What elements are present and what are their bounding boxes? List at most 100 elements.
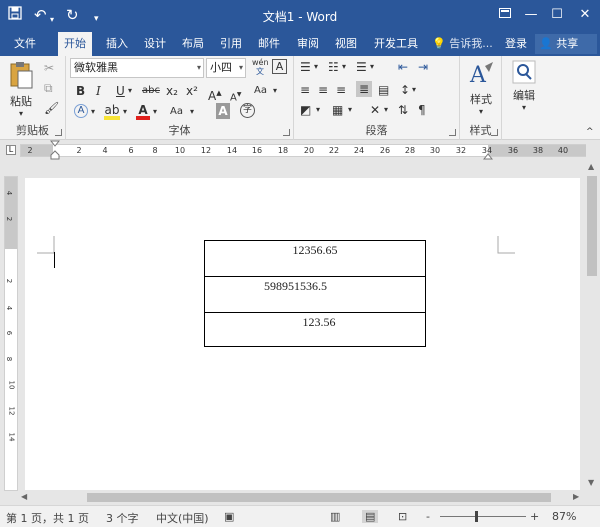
- distributed-icon[interactable]: ▤: [378, 82, 389, 98]
- scroll-up-icon[interactable]: ▲: [588, 162, 594, 171]
- table-cell[interactable]: 12356.65: [204, 240, 426, 277]
- strikethrough-button[interactable]: abc: [142, 83, 160, 99]
- highlight-color-icon[interactable]: ab: [104, 102, 120, 120]
- styles-button[interactable]: A 样式 ▾: [464, 60, 498, 116]
- enclose-characters-button[interactable]: 字: [240, 103, 255, 118]
- editing-button[interactable]: 编辑 ▾: [508, 60, 540, 112]
- borders-icon[interactable]: ▦: [332, 102, 343, 118]
- first-line-indent-marker[interactable]: [50, 140, 60, 160]
- table-cell[interactable]: 598951536.5: [204, 276, 426, 313]
- macro-record-icon[interactable]: ▣: [224, 510, 234, 523]
- chevron-down-icon[interactable]: ▾: [412, 82, 416, 98]
- text-effects-icon[interactable]: A: [74, 104, 88, 118]
- multilevel-list-icon[interactable]: ☰: [356, 59, 367, 75]
- zoom-slider[interactable]: [440, 516, 526, 517]
- minimize-button[interactable]: —: [520, 4, 542, 26]
- line-spacing-icon[interactable]: ↕: [400, 82, 410, 98]
- font-color-icon[interactable]: A: [136, 102, 150, 120]
- paragraph-launcher-icon[interactable]: [449, 129, 456, 136]
- tab-review[interactable]: 审阅: [291, 32, 325, 56]
- tell-me-search[interactable]: 💡 告诉我...: [432, 32, 493, 56]
- decrease-indent-icon[interactable]: ⇤: [398, 59, 408, 75]
- maximize-button[interactable]: ☐: [546, 4, 568, 26]
- phonetic-guide-button[interactable]: wén 文: [252, 58, 269, 76]
- login-link[interactable]: 登录: [505, 32, 527, 56]
- tab-references[interactable]: 引用: [214, 32, 248, 56]
- show-marks-icon[interactable]: ¶: [418, 102, 426, 118]
- zoom-level[interactable]: 87%: [552, 510, 576, 523]
- chevron-down-icon[interactable]: ▾: [153, 104, 157, 120]
- format-painter-icon[interactable]: 🖌: [44, 100, 59, 116]
- right-indent-marker[interactable]: [483, 148, 493, 160]
- tab-selector[interactable]: L: [6, 145, 16, 155]
- zoom-out-button[interactable]: -: [426, 510, 430, 523]
- font-launcher-icon[interactable]: [283, 129, 290, 136]
- styles-launcher-icon[interactable]: [491, 129, 498, 136]
- zoom-in-button[interactable]: +: [530, 510, 539, 523]
- case-icon[interactable]: Aa: [170, 104, 183, 120]
- document-page[interactable]: 12356.65 598951536.5 123.56: [25, 178, 580, 490]
- document-table[interactable]: 12356.65 598951536.5 123.56: [204, 240, 426, 347]
- read-mode-icon[interactable]: ▥: [330, 510, 340, 523]
- align-left-icon[interactable]: ≡: [300, 82, 310, 98]
- chevron-down-icon[interactable]: ▾: [128, 83, 132, 99]
- scroll-left-icon[interactable]: ◀: [21, 492, 27, 501]
- zoom-slider-handle[interactable]: [475, 511, 478, 522]
- close-button[interactable]: ✕: [574, 4, 596, 26]
- word-count[interactable]: 3 个字: [106, 510, 139, 526]
- align-right-icon[interactable]: ≡: [336, 82, 346, 98]
- chinese-layout-icon[interactable]: ✕: [370, 102, 380, 118]
- shrink-font-button[interactable]: A▼: [230, 87, 241, 106]
- chevron-down-icon[interactable]: ▾: [314, 59, 318, 75]
- bold-button[interactable]: B: [76, 83, 85, 99]
- share-button[interactable]: 👤 共享: [535, 34, 597, 54]
- chevron-down-icon[interactable]: ▾: [273, 83, 277, 99]
- grow-font-button[interactable]: A▲: [208, 85, 222, 104]
- paste-button[interactable]: 粘贴 ▾: [6, 60, 36, 118]
- font-size-select[interactable]: 小四 ▾: [206, 58, 246, 78]
- character-border-button[interactable]: A: [272, 59, 287, 74]
- chevron-down-icon[interactable]: ▾: [384, 102, 388, 118]
- chevron-down-icon[interactable]: ▾: [348, 102, 352, 118]
- tab-layout[interactable]: 布局: [176, 32, 210, 56]
- chevron-down-icon[interactable]: ▾: [342, 59, 346, 75]
- chevron-down-icon[interactable]: ▾: [316, 102, 320, 118]
- tab-home[interactable]: 开始: [58, 32, 92, 57]
- font-name-select[interactable]: 微软雅黑 ▾: [70, 58, 204, 78]
- cut-icon[interactable]: ✂: [44, 60, 54, 76]
- tab-insert[interactable]: 插入: [100, 32, 134, 56]
- justify-icon[interactable]: ≣: [356, 81, 372, 97]
- character-shading-button[interactable]: A: [216, 103, 230, 119]
- increase-indent-icon[interactable]: ⇥: [418, 59, 428, 75]
- tab-developer[interactable]: 开发工具: [368, 32, 424, 56]
- chevron-down-icon[interactable]: ▾: [123, 104, 127, 120]
- horizontal-scrollbar[interactable]: ◀ ▶: [19, 490, 584, 504]
- sort-icon[interactable]: ⇅: [398, 102, 408, 118]
- chevron-down-icon[interactable]: ▾: [91, 104, 95, 120]
- page-count[interactable]: 第 1 页，共 1 页: [6, 510, 89, 526]
- print-layout-icon[interactable]: ▤: [362, 510, 379, 523]
- tab-view[interactable]: 视图: [329, 32, 363, 56]
- clipboard-launcher-icon[interactable]: [55, 129, 62, 136]
- align-center-icon[interactable]: ≡: [318, 82, 328, 98]
- ribbon-display-options-icon[interactable]: [494, 4, 516, 26]
- table-cell[interactable]: 123.56: [204, 312, 426, 347]
- italic-button[interactable]: I: [96, 83, 101, 99]
- collapse-ribbon-icon[interactable]: ^: [586, 124, 594, 140]
- tab-design[interactable]: 设计: [138, 32, 172, 56]
- scroll-right-icon[interactable]: ▶: [573, 492, 579, 501]
- scroll-down-icon[interactable]: ▼: [588, 478, 594, 487]
- underline-button[interactable]: U: [116, 83, 125, 99]
- copy-icon[interactable]: ⧉: [44, 80, 53, 96]
- bullets-icon[interactable]: ☰: [300, 59, 311, 75]
- language-indicator[interactable]: 中文(中国): [156, 510, 209, 526]
- numbering-icon[interactable]: ☷: [328, 59, 339, 75]
- web-layout-icon[interactable]: ⊡: [398, 510, 407, 523]
- chevron-down-icon[interactable]: ▾: [190, 104, 194, 120]
- chevron-down-icon[interactable]: ▾: [370, 59, 374, 75]
- vertical-scrollbar[interactable]: ▲ ▼: [584, 160, 600, 490]
- subscript-button[interactable]: x₂: [166, 83, 178, 99]
- shading-icon[interactable]: ◩: [300, 102, 311, 118]
- tab-mailings[interactable]: 邮件: [252, 32, 286, 56]
- scroll-thumb[interactable]: [87, 493, 551, 502]
